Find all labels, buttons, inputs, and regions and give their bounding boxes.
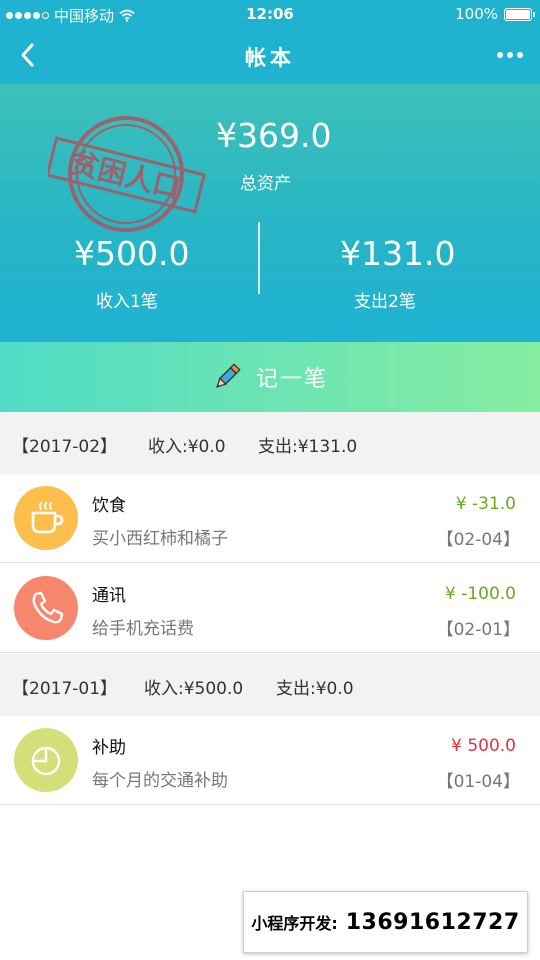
total-assets-amount: ¥369.0 <box>216 116 332 155</box>
item-amount: ¥ -31.0 <box>455 494 516 514</box>
pen-icon <box>216 363 241 388</box>
month-header-2017-02: 【2017-02】 收入:¥0.0 支出:¥131.0 <box>0 412 540 474</box>
item-date: 【02-04】 <box>436 530 520 550</box>
poverty-stamp-icon: 贫困人口 <box>48 116 206 232</box>
list-item-telecom[interactable]: 通讯 给手机充话费 ¥ -100.0 【02-01】 <box>0 564 540 653</box>
status-bar: 中国移动 12:06 100% <box>0 0 540 28</box>
contact-phone: 13691612727 <box>345 909 520 935</box>
expense-amount: ¥131.0 <box>340 234 456 273</box>
item-category: 通讯 <box>92 586 126 606</box>
total-assets-label: 总资产 <box>240 174 291 194</box>
status-right: 100% <box>455 5 535 23</box>
page-title: 帐本 <box>245 46 295 70</box>
summary-divider <box>258 222 260 294</box>
battery-percent: 100% <box>455 5 498 23</box>
expense-count-label: 支出2笔 <box>354 292 416 312</box>
item-note: 给手机充话费 <box>92 619 194 639</box>
month-income: 收入:¥500.0 <box>144 679 244 699</box>
item-note: 买小西红柿和橘子 <box>92 529 228 549</box>
coffee-cup-icon <box>14 486 78 550</box>
summary-panel: 贫困人口 ¥369.0 总资产 ¥500.0 收入1笔 ¥131.0 支出2笔 <box>0 84 540 342</box>
month-header-2017-01: 【2017-01】 收入:¥500.0 支出:¥0.0 <box>0 654 540 716</box>
more-dots-icon[interactable] <box>492 42 528 68</box>
income-count-label: 收入1笔 <box>96 292 158 312</box>
month-period: 【2017-02】 <box>12 437 118 457</box>
phone-icon <box>14 576 78 640</box>
item-category: 补助 <box>92 738 126 758</box>
item-amount: ¥ -100.0 <box>444 584 516 604</box>
developer-contact-banner: 小程序开发: 13691612727 <box>243 891 528 953</box>
nav-bar: 帐本 <box>0 28 540 84</box>
battery-icon <box>504 7 535 21</box>
list-item-subsidy[interactable]: 补助 每个月的交通补助 ¥ 500.0 【01-04】 <box>0 716 540 805</box>
income-amount: ¥500.0 <box>74 234 190 273</box>
item-note: 每个月的交通补助 <box>92 771 228 791</box>
list-item-food[interactable]: 饮食 买小西红柿和橘子 ¥ -31.0 【02-04】 <box>0 474 540 563</box>
item-date: 【02-01】 <box>436 620 520 640</box>
month-period: 【2017-01】 <box>12 679 118 699</box>
item-amount: ¥ 500.0 <box>451 736 516 756</box>
item-category: 饮食 <box>92 496 126 516</box>
record-entry-button[interactable]: 记一笔 <box>0 342 540 412</box>
pie-chart-icon <box>14 728 78 792</box>
record-entry-label: 记一笔 <box>255 367 328 392</box>
contact-label: 小程序开发: <box>251 914 338 933</box>
month-expense: 支出:¥131.0 <box>258 437 358 457</box>
month-expense: 支出:¥0.0 <box>276 679 354 699</box>
item-date: 【01-04】 <box>436 772 520 792</box>
month-income: 收入:¥0.0 <box>148 437 226 457</box>
